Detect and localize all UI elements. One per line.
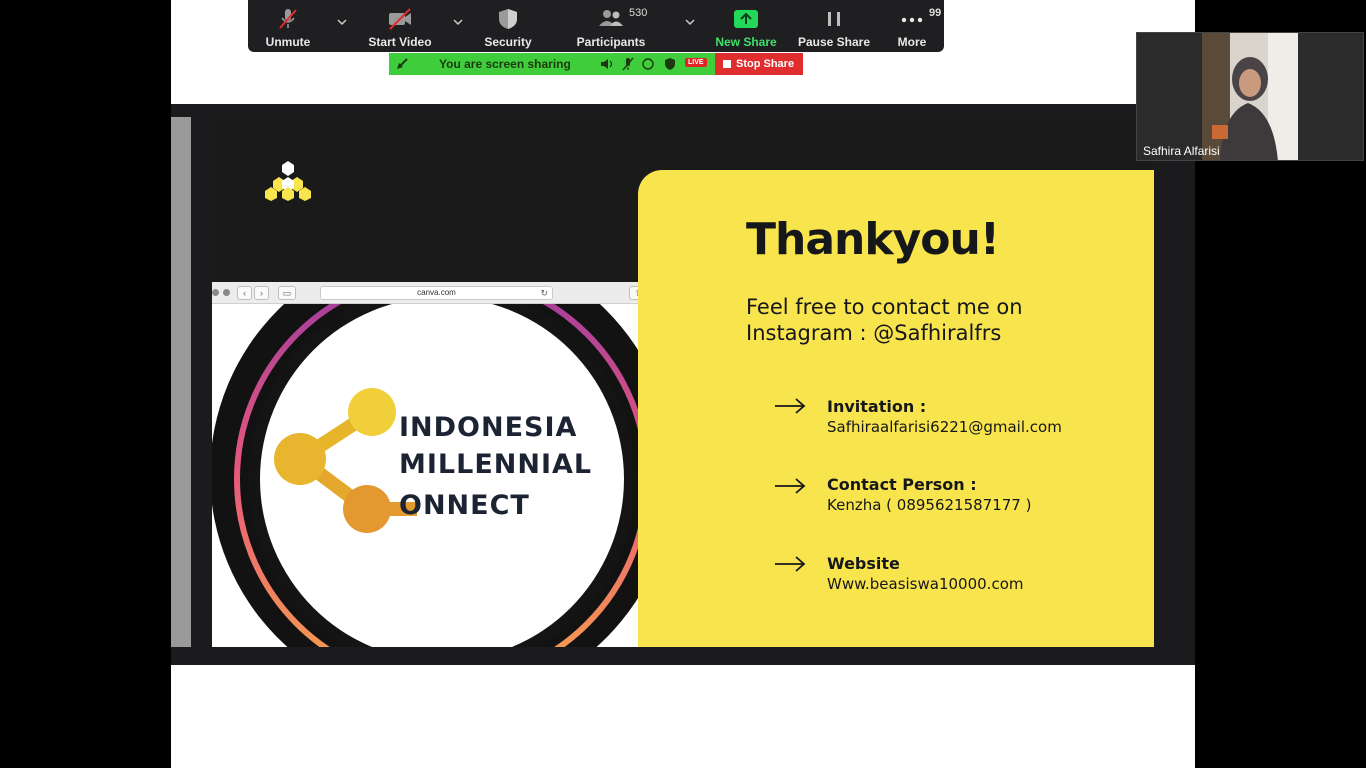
live-badge[interactable]: LIVE [685,58,707,67]
browser-url: canva.com ↻ [320,286,553,300]
presentation-slide: ‹ › ▭ canva.com↻ ⇪ ⧉ [212,117,1154,647]
contact-value: Kenzha ( 0895621587177 ) [827,496,1032,514]
slide-subtitle: Instagram : @Safhiralfrs [746,321,1002,345]
slide-scrollbar[interactable] [171,117,191,647]
indonesia-millennial-connect-logo: INDONESIA MILLENNIAL ONNECT [212,304,685,647]
security-label: Security [484,35,532,49]
zoom-meeting-window: ‹ › ▭ canva.com↻ ⇪ ⧉ [0,0,1366,768]
start-video-button[interactable]: Start Video [362,0,438,52]
contact-title: Contact Person : [827,475,977,494]
participants-count: 530 [629,7,648,19]
participant-video-thumbnail[interactable]: Safhira Alfarisi [1136,32,1364,161]
slide-title: Thankyou! [746,214,1000,265]
contact-value: Safhiraalfarisi6221@gmail.com [827,418,1062,436]
reload-icon: ↻ [540,288,548,298]
browser-toolbar: ‹ › ▭ canva.com↻ ⇪ ⧉ [212,282,685,304]
arrow-right-icon [775,398,806,414]
company-logo-icon [265,161,311,201]
arrow-right-icon [775,478,806,494]
arrow-right-icon [775,556,806,572]
unmute-label: Unmute [265,35,311,49]
stop-share-button[interactable]: Stop Share [715,53,803,75]
upload-arrow-icon [734,10,758,28]
security-button[interactable]: Security [476,0,540,52]
participant-name: Safhira Alfarisi [1143,144,1220,158]
meeting-toolbar: Unmute Start Video Security Participants… [248,0,944,52]
browser-mockup: ‹ › ▭ canva.com↻ ⇪ ⧉ [212,282,685,647]
pause-icon [828,12,840,26]
people-icon [599,10,623,26]
forward-icon: › [254,286,269,300]
more-count: 99 [929,7,942,19]
chevron-down-icon[interactable] [335,15,349,29]
unmute-button[interactable]: Unmute [250,0,326,52]
video-off-icon [389,8,411,30]
window-dot [212,289,219,296]
new-share-button[interactable]: New Share [710,0,782,52]
new-share-label: New Share [715,35,777,49]
participant-video-feed [1202,33,1298,160]
logo-text-line: MILLENNIAL [399,449,593,480]
more-label: More [897,35,927,49]
pause-share-label: Pause Share [797,35,871,49]
chevron-down-icon[interactable] [451,15,465,29]
screen-sharing-bar[interactable]: You are screen sharing LIVE [389,53,715,75]
participants-label: Participants [576,35,646,49]
chevron-down-icon[interactable] [683,15,697,29]
drag-handle-icon[interactable] [395,57,409,71]
stop-icon [723,60,731,68]
speaker-icon[interactable] [600,57,614,71]
window-dot [223,289,230,296]
screen-sharing-status: You are screen sharing [439,57,571,71]
shield-icon[interactable] [663,57,677,71]
slide-subtitle: Feel free to contact me on [746,295,1023,319]
back-icon: ‹ [237,286,252,300]
shield-icon [499,9,517,29]
contact-title: Invitation : [827,397,927,416]
logo-text-line: ONNECT [399,490,530,521]
thank-you-card: Thankyou! Feel free to contact me on Ins… [638,170,1154,647]
muted-mic-icon [279,9,297,29]
contact-value: Www.beasiswa10000.com [827,575,1024,593]
stop-share-label: Stop Share [736,58,795,70]
logo-text-line: INDONESIA [399,412,578,443]
muted-mic-icon[interactable] [621,57,635,71]
status-circle-icon[interactable] [641,57,655,71]
contact-title: Website [827,554,900,573]
start-video-label: Start Video [368,35,432,49]
pause-share-button[interactable]: Pause Share [796,0,872,52]
ellipsis-icon [901,17,923,23]
sidebar-icon: ▭ [278,286,296,300]
